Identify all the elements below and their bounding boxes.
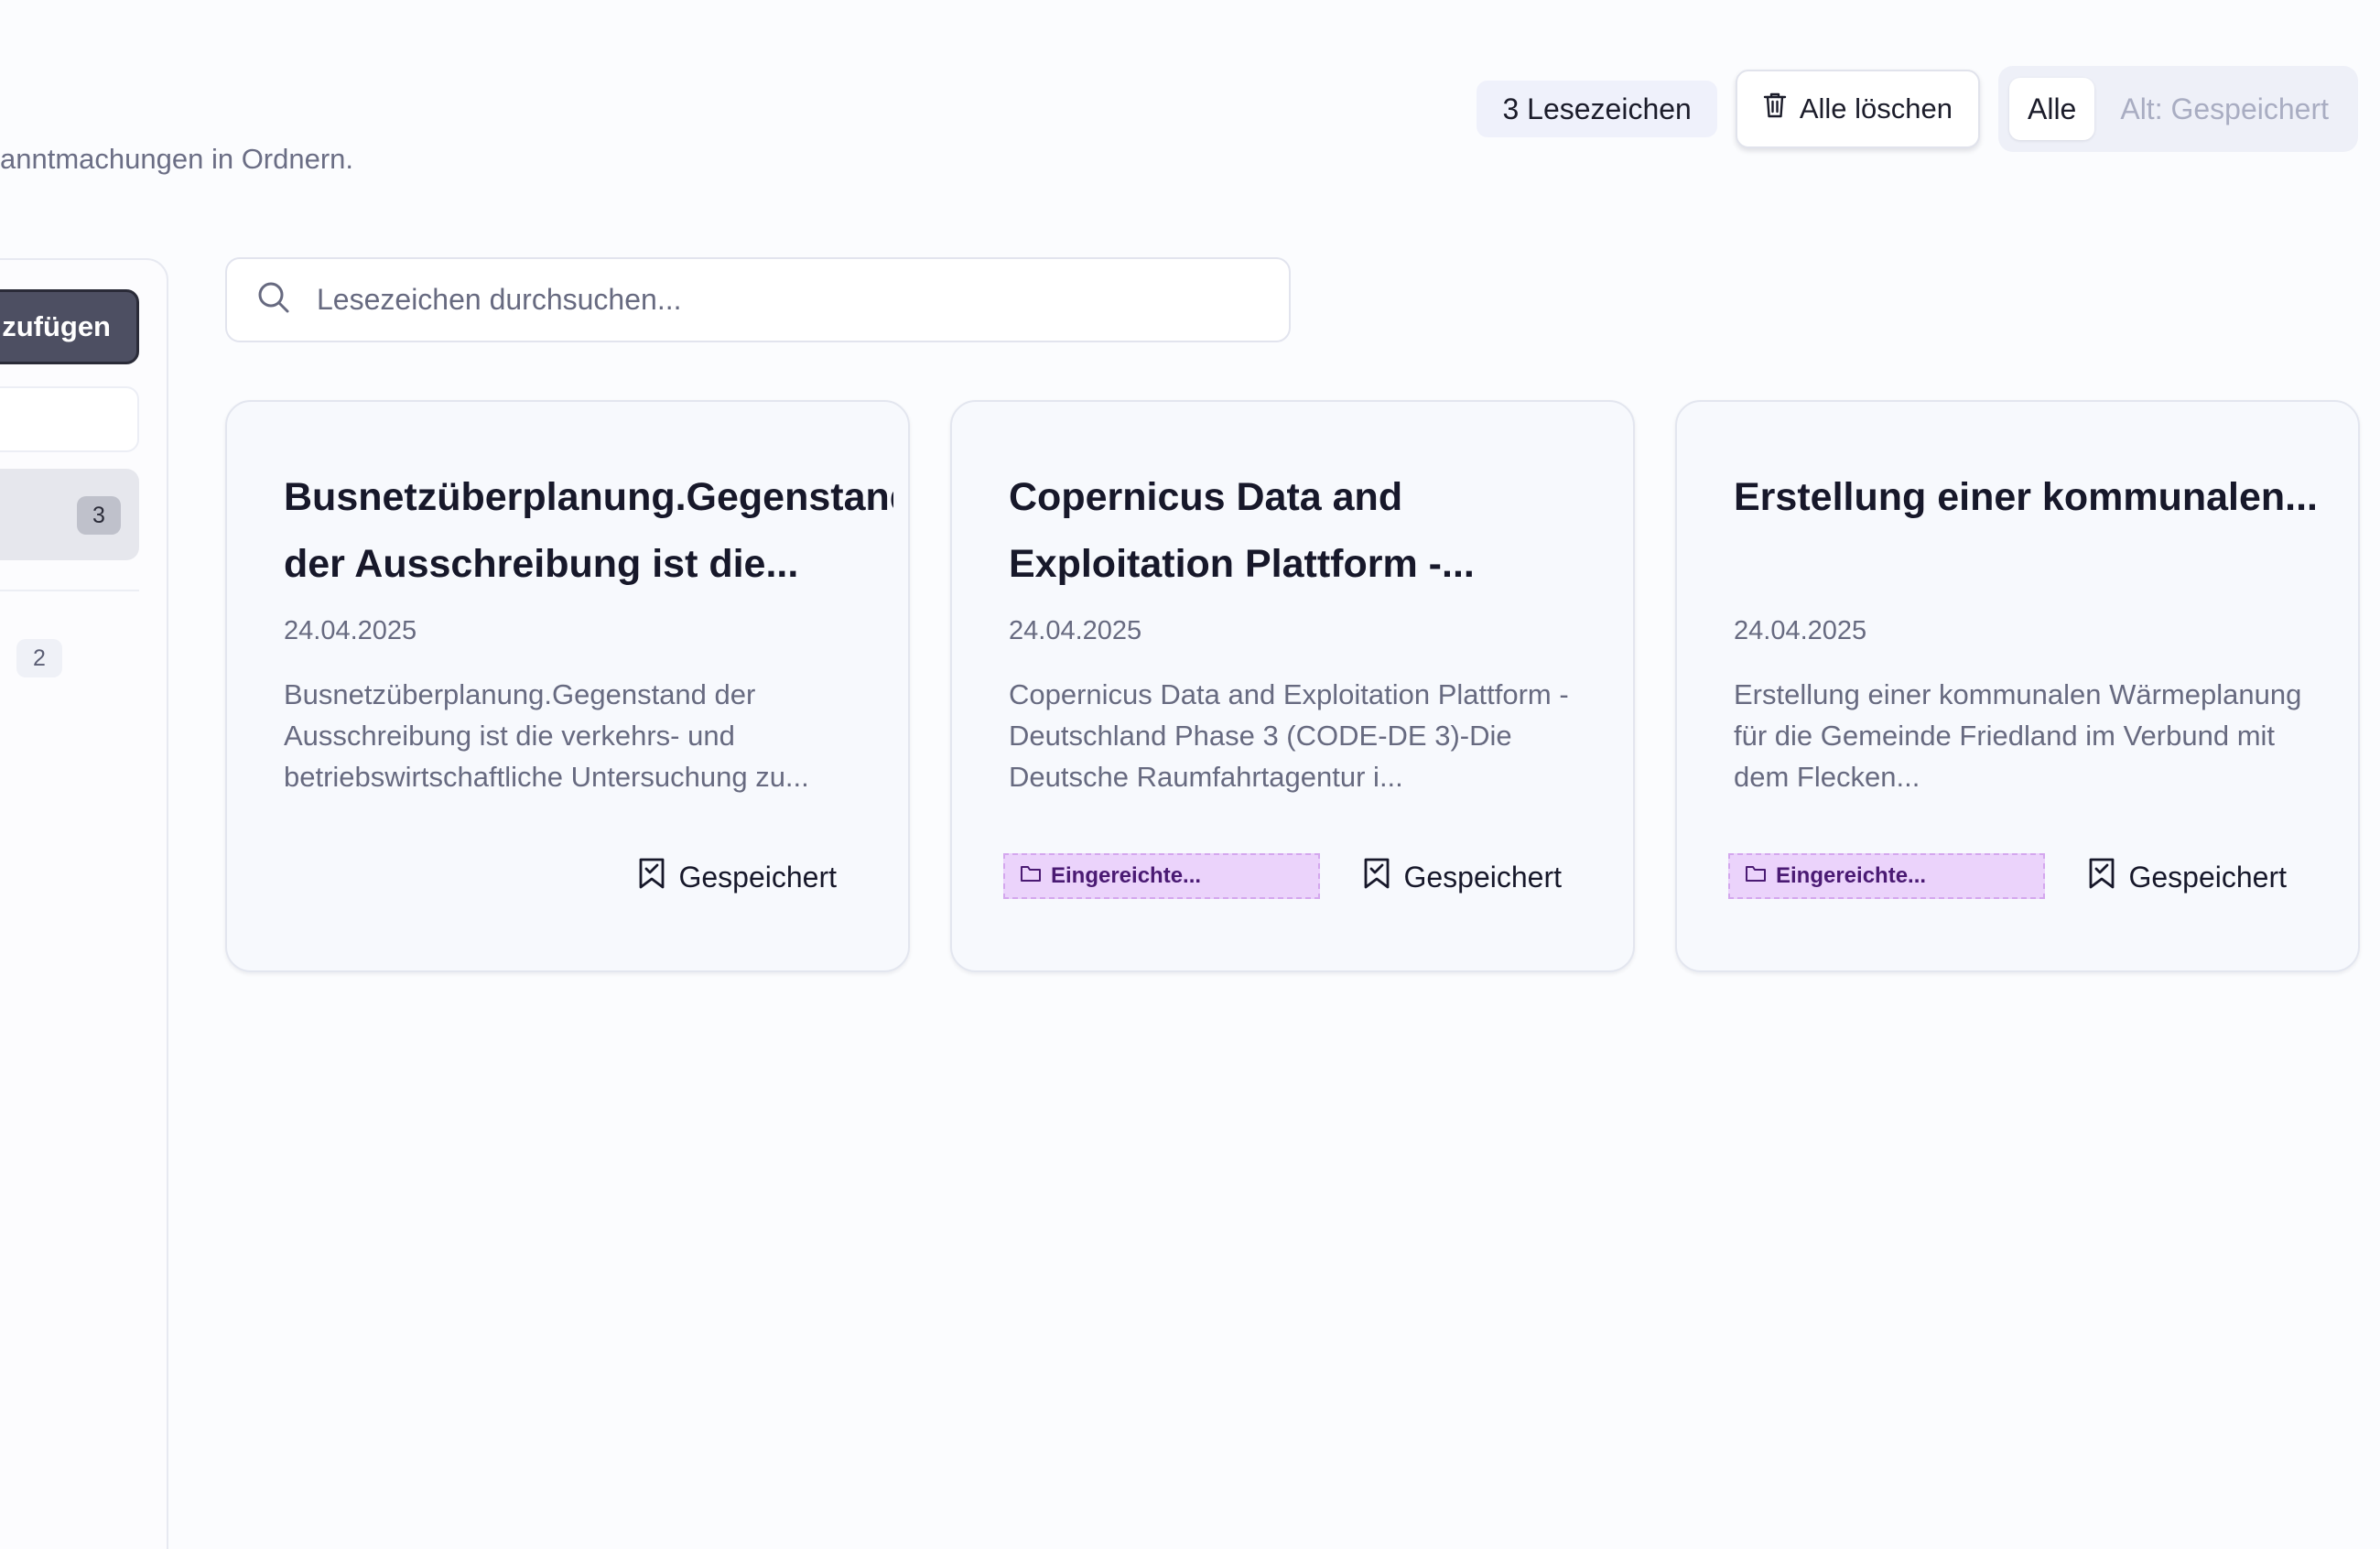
saved-label: Gespeichert: [1403, 860, 1562, 894]
filter-all-option[interactable]: Alle: [2008, 78, 2095, 140]
folder-count-badge: 3: [77, 496, 121, 535]
folder-tag-label: Eingereichte...: [1776, 863, 1927, 888]
trash-icon: [1763, 92, 1787, 126]
folder-count-badge: 2: [16, 639, 62, 677]
bookmark-check-icon: [1363, 857, 1390, 897]
bookmark-check-icon: [2088, 857, 2115, 897]
clear-all-button[interactable]: Alle löschen: [1735, 70, 1980, 148]
search-input[interactable]: [317, 283, 1232, 317]
header-actions: 3 Lesezeichen Alle löschen Alle Alt: Ges…: [1477, 66, 2358, 152]
add-folder-button[interactable]: zufügen: [0, 289, 139, 364]
view-filter-toggle: Alle Alt: Gespeichert: [1997, 66, 2358, 152]
search-icon: [256, 280, 291, 320]
saved-label: Gespeichert: [2128, 860, 2287, 894]
card-description: Busnetzüberplanung.Gegenstand der Aussch…: [284, 678, 809, 793]
saved-toggle-button[interactable]: Gespeichert: [638, 857, 837, 897]
card-footer: Eingereichte... Gespeichert: [1728, 853, 2287, 901]
bookmark-card[interactable]: Erstellung einer kommunalen... 24.04.202…: [1675, 400, 2360, 972]
saved-toggle-button[interactable]: Gespeichert: [1363, 857, 1562, 897]
page-subtitle: anntmachungen in Ordnern.: [0, 143, 354, 175]
bookmark-card[interactable]: Busnetzüberplanung.Gegenstand der Aussch…: [225, 400, 910, 972]
bookmark-card-grid: Busnetzüberplanung.Gegenstand der Aussch…: [225, 400, 2360, 972]
filter-saved-option[interactable]: Alt: Gespeichert: [2102, 78, 2347, 140]
folder-icon: [1020, 863, 1042, 889]
sidebar-divider: [0, 590, 139, 591]
bookmark-search-bar: [225, 257, 1291, 342]
card-title[interactable]: Copernicus Data and Exploitation Plattfo…: [1009, 464, 1618, 598]
card-title[interactable]: Busnetzüberplanung.Gegenstand der Aussch…: [284, 464, 893, 598]
folder-sidebar: zufügen 3 2: [0, 258, 168, 1549]
card-date: 24.04.2025: [284, 616, 417, 645]
clear-all-label: Alle löschen: [1799, 92, 1953, 125]
bookmark-card[interactable]: Copernicus Data and Exploitation Plattfo…: [950, 400, 1635, 972]
folder-icon: [1745, 863, 1767, 889]
card-footer: Eingereichte... Gespeichert: [1003, 853, 1562, 901]
card-description: Copernicus Data and Exploitation Plattfo…: [1009, 678, 1569, 793]
card-title[interactable]: Erstellung einer kommunalen...: [1734, 464, 2343, 598]
folder-tag[interactable]: Eingereichte...: [1003, 853, 1320, 899]
folder-tag-label: Eingereichte...: [1051, 863, 1202, 888]
bookmark-check-icon: [638, 857, 665, 897]
sidebar-item-all-bookmarks[interactable]: 3: [0, 469, 139, 560]
card-footer: Gespeichert: [278, 853, 837, 901]
card-date: 24.04.2025: [1009, 616, 1142, 645]
card-description: Erstellung einer kommunalen Wärmeplanung…: [1734, 678, 2302, 793]
bookmark-count-badge: 3 Lesezeichen: [1477, 81, 1717, 137]
saved-label: Gespeichert: [678, 860, 837, 894]
card-date: 24.04.2025: [1734, 616, 1867, 645]
folder-tag[interactable]: Eingereichte...: [1728, 853, 2045, 899]
saved-toggle-button[interactable]: Gespeichert: [2088, 857, 2287, 897]
folder-name-field[interactable]: [0, 386, 139, 452]
